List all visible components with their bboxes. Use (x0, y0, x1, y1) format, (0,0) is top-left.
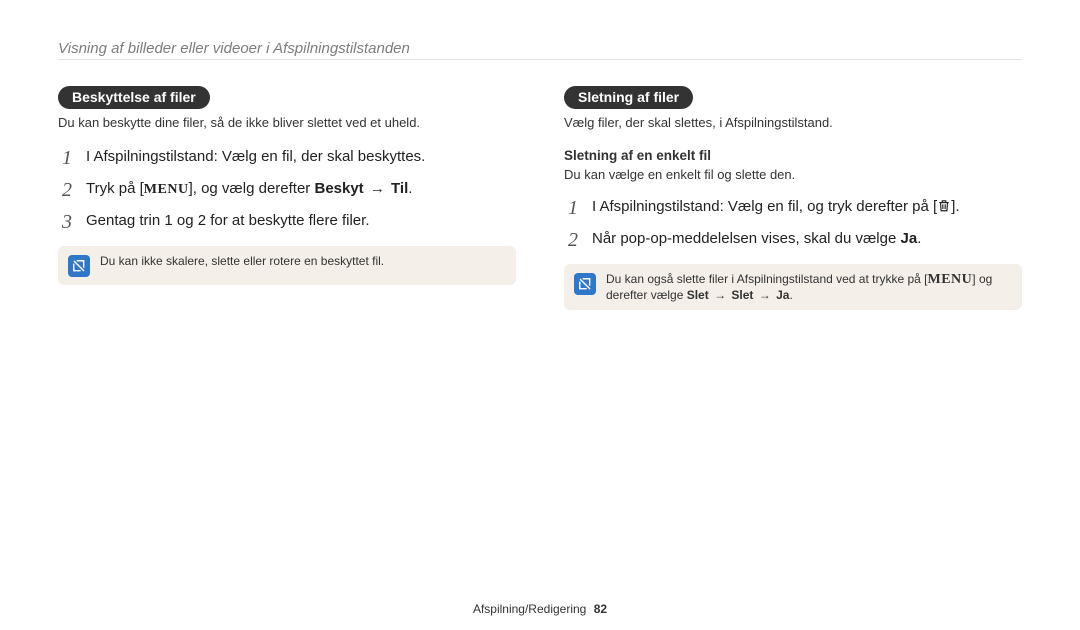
text-frag: Tryk på [ (86, 180, 144, 197)
section-pill-delete: Sletning af filer (564, 86, 693, 109)
text-frag: Når pop-op-meddelelsen vises, skal du væ… (592, 230, 901, 247)
step-text: I Afspilningstilstand: Vælg en fil, og t… (592, 198, 960, 215)
step-text: Når pop-op-meddelelsen vises, skal du væ… (592, 230, 921, 247)
text-bold: Ja (776, 288, 789, 302)
delete-single-heading: Sletning af en enkelt fil (564, 148, 1022, 163)
arrow-icon: → (753, 288, 776, 302)
note-box: Du kan også slette filer i Afspilningsti… (564, 264, 1022, 310)
page-footer: Afspilning/Redigering 82 (0, 602, 1080, 616)
text-frag: I Afspilningstilstand: Vælg en fil, og t… (592, 198, 937, 215)
text-bold: Til (391, 180, 408, 197)
menu-icon: MENU (928, 272, 973, 287)
protect-step-1: 1 I Afspilningstilstand: Vælg en fil, de… (58, 148, 516, 168)
page-header: Visning af billeder eller videoer i Afsp… (58, 40, 1022, 57)
step-text: Tryk på [MENU], og vælg derefter Beskyt … (86, 180, 412, 198)
delete-steps: 1 I Afspilningstilstand: Vælg en fil, og… (564, 198, 1022, 250)
header-rule (58, 59, 1022, 60)
delete-step-2: 2 Når pop-op-meddelelsen vises, skal du … (564, 230, 1022, 250)
right-column: Sletning af filer Vælg filer, der skal s… (564, 86, 1022, 324)
step-number: 3 (58, 212, 76, 232)
text-bold: Slet (731, 288, 753, 302)
protect-step-2: 2 Tryk på [MENU], og vælg derefter Besky… (58, 180, 516, 200)
step-number: 1 (564, 198, 582, 218)
text-frag: ], og vælg derefter (189, 180, 315, 197)
protect-step-3: 3 Gentag trin 1 og 2 for at beskytte fle… (58, 212, 516, 232)
delete-single-intro: Du kan vælge en enkelt fil og slette den… (564, 167, 1022, 182)
menu-icon: MENU (144, 182, 189, 197)
step-number: 1 (58, 148, 76, 168)
section-pill-protect: Beskyttelse af filer (58, 86, 210, 109)
text-bold: Ja (901, 230, 918, 247)
text-frag: . (789, 288, 792, 302)
text-frag: . (917, 230, 921, 247)
text-bold: Beskyt (314, 180, 363, 197)
text-frag: . (408, 180, 412, 197)
protect-intro: Du kan beskytte dine filer, så de ikke b… (58, 115, 516, 130)
step-number: 2 (58, 180, 76, 200)
page-number: 82 (594, 602, 607, 616)
left-column: Beskyttelse af filer Du kan beskytte din… (58, 86, 516, 324)
text-bold: Slet (687, 288, 709, 302)
note-text: Du kan ikke skalere, slette eller rotere… (100, 254, 384, 268)
arrow-icon: → (709, 288, 732, 302)
delete-intro: Vælg filer, der skal slettes, i Afspilni… (564, 115, 1022, 130)
text-frag: Du kan også slette filer i Afspilningsti… (606, 272, 928, 286)
info-icon (574, 273, 596, 295)
text-frag: ]. (951, 198, 959, 215)
delete-step-1: 1 I Afspilningstilstand: Vælg en fil, og… (564, 198, 1022, 218)
step-number: 2 (564, 230, 582, 250)
step-text: Gentag trin 1 og 2 for at beskytte flere… (86, 212, 369, 229)
content-columns: Beskyttelse af filer Du kan beskytte din… (58, 86, 1022, 324)
note-box: Du kan ikke skalere, slette eller rotere… (58, 246, 516, 285)
arrow-icon: → (364, 180, 391, 197)
protect-steps: 1 I Afspilningstilstand: Vælg en fil, de… (58, 148, 516, 232)
footer-section: Afspilning/Redigering (473, 602, 586, 616)
trash-icon (937, 198, 951, 213)
step-text: I Afspilningstilstand: Vælg en fil, der … (86, 148, 425, 165)
manual-page: Visning af billeder eller videoer i Afsp… (0, 0, 1080, 630)
note-text: Du kan også slette filer i Afspilningsti… (606, 272, 1012, 302)
info-icon (68, 255, 90, 277)
